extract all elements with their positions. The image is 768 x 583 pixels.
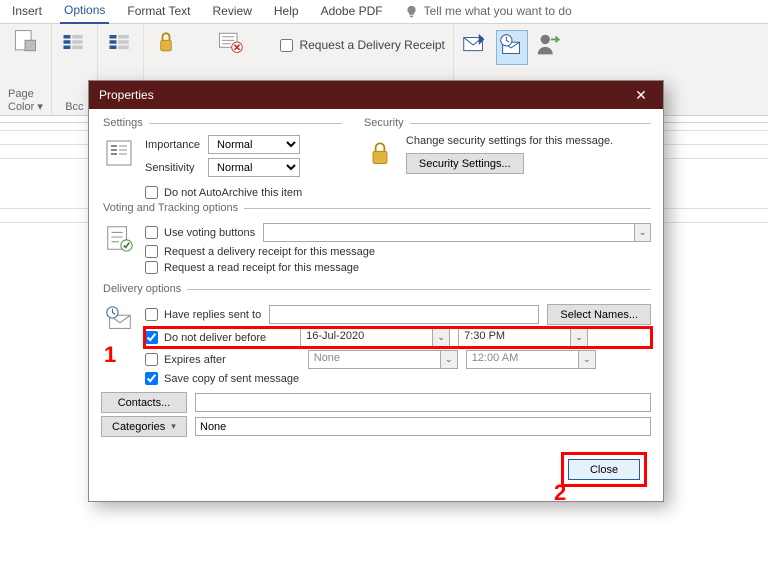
tell-me-search[interactable]: Tell me what you want to do bbox=[401, 0, 576, 23]
sensitivity-label: Sensitivity bbox=[145, 162, 200, 174]
contacts-input[interactable] bbox=[195, 393, 651, 412]
have-replies-checkbox[interactable] bbox=[145, 308, 158, 321]
tab-options[interactable]: Options bbox=[60, 0, 109, 24]
request-delivery-receipt-label: Request a Delivery Receipt bbox=[299, 38, 444, 52]
security-legend: Security bbox=[362, 117, 410, 129]
settings-legend: Settings bbox=[101, 117, 149, 129]
save-sent-icon[interactable] bbox=[460, 30, 490, 63]
voting-icon bbox=[101, 220, 137, 256]
ribbon-tab-row: Insert Options Format Text Review Help A… bbox=[0, 0, 768, 24]
voting-legend: Voting and Tracking options bbox=[101, 202, 244, 214]
req-read-checkbox[interactable] bbox=[145, 261, 158, 274]
bcc-label: Bcc bbox=[65, 101, 83, 113]
req-delivery-label: Request a delivery receipt for this mess… bbox=[164, 246, 375, 258]
have-replies-row[interactable]: Have replies sent to bbox=[145, 308, 261, 321]
voting-options-dropdown[interactable]: ⌄ bbox=[634, 223, 651, 242]
have-replies-input[interactable] bbox=[269, 305, 539, 324]
expires-date-picker[interactable]: None ⌄ bbox=[308, 350, 458, 369]
categories-button[interactable]: Categories bbox=[101, 416, 187, 437]
no-deliver-checkbox[interactable] bbox=[145, 331, 158, 344]
tab-adobe-pdf[interactable]: Adobe PDF bbox=[317, 0, 387, 23]
importance-label: Importance bbox=[145, 139, 200, 151]
security-settings-button[interactable]: Security Settings... bbox=[406, 153, 524, 174]
close-button[interactable]: Close bbox=[568, 459, 640, 480]
delay-delivery-icon[interactable] bbox=[496, 30, 528, 65]
expires-label: Expires after bbox=[164, 354, 226, 366]
page-color-button[interactable]: PageColor ▾ bbox=[0, 24, 52, 115]
have-replies-label: Have replies sent to bbox=[164, 309, 261, 321]
bcc-icon bbox=[60, 28, 88, 56]
tracking-icon[interactable] bbox=[216, 28, 244, 56]
autoarchive-checkbox[interactable] bbox=[145, 186, 158, 199]
tab-review[interactable]: Review bbox=[209, 0, 256, 23]
expires-checkbox[interactable] bbox=[145, 353, 158, 366]
settings-icon bbox=[101, 135, 137, 171]
use-voting-label: Use voting buttons bbox=[164, 227, 255, 239]
req-delivery-row[interactable]: Request a delivery receipt for this mess… bbox=[145, 245, 651, 258]
expires-time-picker[interactable]: 12:00 AM ⌄ bbox=[466, 350, 596, 369]
voting-options-input[interactable] bbox=[263, 223, 634, 242]
no-deliver-time-picker[interactable]: 7:30 PM ⌄ bbox=[458, 328, 588, 347]
autoarchive-row[interactable]: Do not AutoArchive this item bbox=[145, 186, 651, 199]
dialog-titlebar: Properties ✕ bbox=[89, 81, 663, 109]
security-text: Change security settings for this messag… bbox=[406, 135, 651, 147]
categories-input[interactable] bbox=[195, 417, 651, 436]
tell-me-label: Tell me what you want to do bbox=[424, 4, 572, 18]
close-highlight: Close bbox=[561, 452, 647, 487]
importance-select[interactable]: Normal bbox=[208, 135, 300, 154]
annotation-1: 1 bbox=[104, 342, 116, 368]
chevron-down-icon[interactable]: ⌄ bbox=[578, 351, 595, 368]
list-icon bbox=[106, 28, 134, 56]
autoarchive-label: Do not AutoArchive this item bbox=[164, 187, 302, 199]
chevron-down-icon[interactable]: ⌄ bbox=[432, 329, 449, 346]
req-read-label: Request a read receipt for this message bbox=[164, 262, 359, 274]
delivery-legend: Delivery options bbox=[101, 283, 187, 295]
direct-replies-icon[interactable] bbox=[534, 30, 564, 63]
dialog-title: Properties bbox=[99, 88, 154, 102]
tab-format-text[interactable]: Format Text bbox=[123, 0, 194, 23]
expires-time-value: 12:00 AM bbox=[467, 351, 578, 368]
properties-dialog: Properties ✕ Settings Importance Normal … bbox=[88, 80, 664, 502]
req-read-row[interactable]: Request a read receipt for this message bbox=[145, 261, 651, 274]
req-delivery-checkbox[interactable] bbox=[145, 245, 158, 258]
security-lock-icon bbox=[362, 135, 398, 171]
tab-help[interactable]: Help bbox=[270, 0, 303, 23]
no-deliver-time-value: 7:30 PM bbox=[459, 329, 570, 346]
tab-insert[interactable]: Insert bbox=[8, 0, 46, 23]
request-delivery-receipt-checkbox[interactable] bbox=[280, 39, 293, 52]
use-voting-checkbox[interactable] bbox=[145, 226, 158, 239]
delivery-icon bbox=[101, 301, 137, 337]
chevron-down-icon[interactable]: ⌄ bbox=[570, 329, 587, 346]
expires-date-value: None bbox=[309, 351, 440, 368]
lightbulb-icon bbox=[405, 5, 418, 18]
chevron-down-icon[interactable]: ⌄ bbox=[440, 351, 457, 368]
no-deliver-date-value: 16-Jul-2020 bbox=[301, 329, 432, 346]
use-voting-row[interactable]: Use voting buttons bbox=[145, 226, 255, 239]
page-color-label: PageColor ▾ bbox=[8, 88, 43, 113]
save-copy-label: Save copy of sent message bbox=[164, 373, 299, 385]
contacts-button[interactable]: Contacts... bbox=[101, 392, 187, 413]
no-deliver-label: Do not deliver before bbox=[164, 332, 266, 344]
no-deliver-cb-wrap[interactable]: Do not deliver before bbox=[145, 331, 266, 344]
permission-icon[interactable] bbox=[152, 28, 180, 56]
page-color-icon bbox=[11, 28, 39, 56]
close-icon[interactable]: ✕ bbox=[625, 87, 657, 104]
save-copy-checkbox[interactable] bbox=[145, 372, 158, 385]
no-deliver-date-picker[interactable]: 16-Jul-2020 ⌄ bbox=[300, 328, 450, 347]
save-copy-row[interactable]: Save copy of sent message bbox=[145, 372, 651, 385]
request-delivery-receipt[interactable]: Request a Delivery Receipt bbox=[280, 28, 444, 52]
sensitivity-select[interactable]: Normal bbox=[208, 158, 300, 177]
no-deliver-row: Do not deliver before 16-Jul-2020 ⌄ 7:30… bbox=[145, 328, 651, 347]
annotation-2: 2 bbox=[554, 480, 566, 506]
select-names-button[interactable]: Select Names... bbox=[547, 304, 651, 325]
expires-row[interactable]: Expires after bbox=[145, 353, 226, 366]
